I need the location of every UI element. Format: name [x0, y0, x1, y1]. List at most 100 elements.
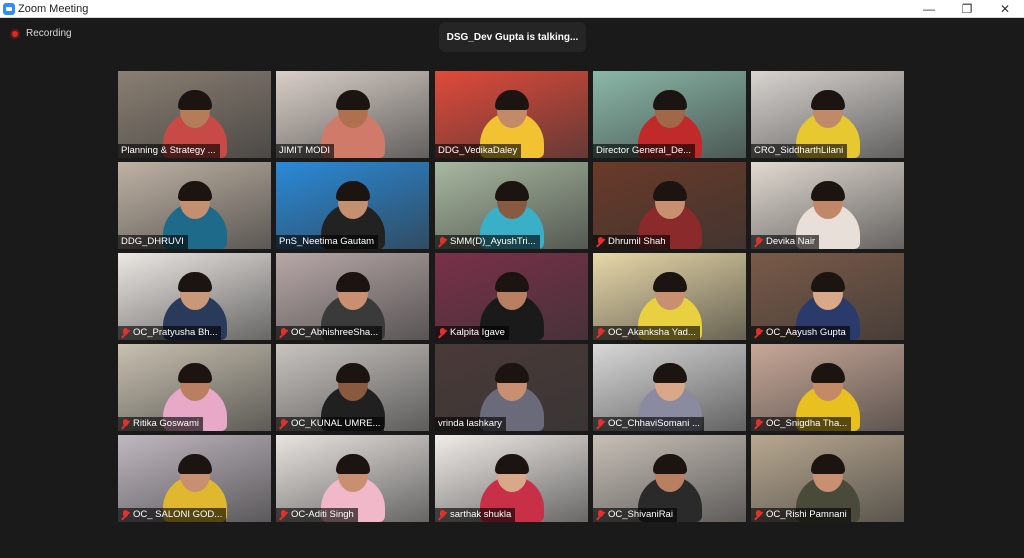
participant-name: OC_ChhaviSomani ... — [608, 418, 700, 429]
muted-mic-icon — [279, 418, 288, 430]
participant-name: Ritika Goswami — [133, 418, 199, 429]
participant-name-tag: OC_ChhaviSomani ... — [593, 417, 704, 431]
muted-mic-icon — [279, 509, 288, 521]
participant-name: OC_Pratyusha Bh... — [133, 327, 218, 338]
participant-name-tag: Ritika Goswami — [118, 417, 203, 431]
participant-name: SMM(D)_AyushTri... — [450, 236, 536, 247]
participant-tile[interactable]: OC_ChhaviSomani ... — [593, 344, 746, 431]
muted-mic-icon — [121, 327, 130, 339]
participant-name-tag: Devika Nair — [751, 235, 820, 249]
participant-name-tag: Kalpita Igave — [435, 326, 509, 340]
muted-mic-icon — [754, 236, 763, 248]
participant-name-tag: OC_AbhishreeSha... — [276, 326, 383, 340]
close-button[interactable]: ✕ — [986, 0, 1024, 18]
participant-tile[interactable]: sarthak shukla — [435, 435, 588, 522]
participant-tile[interactable]: Director General_De... — [593, 71, 746, 158]
muted-mic-icon — [121, 418, 130, 430]
participant-name: OC-Aditi Singh — [291, 509, 354, 520]
participant-tile[interactable]: CRO_SiddharthLilani — [751, 71, 904, 158]
muted-mic-icon — [438, 236, 447, 248]
muted-mic-icon — [754, 418, 763, 430]
participant-tile[interactable]: Kalpita Igave — [435, 253, 588, 340]
participant-name: CRO_SiddharthLilani — [754, 145, 844, 156]
recording-label: Recording — [26, 28, 72, 39]
participant-name-tag: DDG_DHRUVI — [118, 235, 188, 249]
participant-name-tag: DDG_VedikaDaley — [435, 144, 522, 158]
participant-name-tag: OC_Pratyusha Bh... — [118, 326, 222, 340]
recording-indicator[interactable]: Recording — [10, 28, 72, 39]
participant-name-tag: OC_Snigdha Tha... — [751, 417, 852, 431]
participant-name-tag: OC_Rishi Pamnani — [751, 508, 851, 522]
participant-name-tag: Dhrumil Shah — [593, 235, 670, 249]
restore-button[interactable]: ❐ — [948, 0, 986, 18]
muted-mic-icon — [121, 509, 130, 521]
participant-name: OC_Snigdha Tha... — [766, 418, 848, 429]
participant-name-tag: Planning & Strategy ... — [118, 144, 220, 158]
participant-tile[interactable]: OC_Akanksha Yad... — [593, 253, 746, 340]
minimize-button[interactable]: — — [910, 0, 948, 18]
participant-tile[interactable]: Dhrumil Shah — [593, 162, 746, 249]
muted-mic-icon — [596, 236, 605, 248]
participant-name: OC_AbhishreeSha... — [291, 327, 379, 338]
participant-tile[interactable]: OC_Rishi Pamnani — [751, 435, 904, 522]
participant-name: Dhrumil Shah — [608, 236, 666, 247]
participant-name: vrinda lashkary — [438, 418, 502, 429]
participant-name: OC_Akanksha Yad... — [608, 327, 696, 338]
participant-tile[interactable]: OC_ SALONI GOD... — [118, 435, 271, 522]
participant-tile[interactable]: OC-Aditi Singh — [276, 435, 429, 522]
zoom-logo-icon — [3, 2, 15, 15]
window-controls: — ❐ ✕ — [910, 0, 1024, 18]
muted-mic-icon — [279, 327, 288, 339]
participant-name: OC_Rishi Pamnani — [766, 509, 847, 520]
participant-tile[interactable]: OC_KUNAL UMRE... — [276, 344, 429, 431]
participant-name-tag: CRO_SiddharthLilani — [751, 144, 848, 158]
muted-mic-icon — [596, 509, 605, 521]
participant-tile[interactable]: DDG_VedikaDaley — [435, 71, 588, 158]
gallery-grid: Planning & Strategy ... JIMIT MODI DDG_Ved… — [118, 71, 906, 523]
participant-tile[interactable]: JIMIT MODI — [276, 71, 429, 158]
participant-name-tag: OC_KUNAL UMRE... — [276, 417, 385, 431]
participant-tile[interactable]: SMM(D)_AyushTri... — [435, 162, 588, 249]
participant-name-tag: PnS_Neetima Gautam — [276, 235, 379, 249]
participant-name: OC_KUNAL UMRE... — [291, 418, 381, 429]
participant-name: Director General_De... — [596, 145, 692, 156]
muted-mic-icon — [596, 418, 605, 430]
participant-name: Kalpita Igave — [450, 327, 505, 338]
participant-tile[interactable]: Ritika Goswami — [118, 344, 271, 431]
participant-name: OC_ShivaniRai — [608, 509, 673, 520]
participant-name-tag: OC_ShivaniRai — [593, 508, 677, 522]
participant-name: Planning & Strategy ... — [121, 145, 216, 156]
participant-tile[interactable]: OC_AbhishreeSha... — [276, 253, 429, 340]
active-speaker-banner: DSG_Dev Gupta is talking... — [439, 22, 586, 52]
muted-mic-icon — [754, 509, 763, 521]
muted-mic-icon — [438, 509, 447, 521]
participant-tile[interactable]: OC_ShivaniRai — [593, 435, 746, 522]
participant-name: PnS_Neetima Gautam — [279, 236, 375, 247]
participant-tile[interactable]: PnS_Neetima Gautam — [276, 162, 429, 249]
muted-mic-icon — [438, 327, 447, 339]
participant-tile[interactable]: OC_Pratyusha Bh... — [118, 253, 271, 340]
participant-name-tag: SMM(D)_AyushTri... — [435, 235, 540, 249]
window-title: Zoom Meeting — [18, 2, 89, 15]
window-titlebar: Zoom Meeting — ❐ ✕ — [0, 0, 1024, 18]
participant-name-tag: OC_ SALONI GOD... — [118, 508, 227, 522]
participant-name: Devika Nair — [766, 236, 816, 247]
participant-name-tag: OC-Aditi Singh — [276, 508, 358, 522]
participant-tile[interactable]: vrinda lashkary — [435, 344, 588, 431]
participant-name: JIMIT MODI — [279, 145, 331, 156]
participant-name: OC_ SALONI GOD... — [133, 509, 223, 520]
participant-name-tag: vrinda lashkary — [435, 417, 506, 431]
active-speaker-text: DSG_Dev Gupta is talking... — [446, 31, 579, 43]
muted-mic-icon — [596, 327, 605, 339]
participant-name: DDG_DHRUVI — [121, 236, 184, 247]
participant-tile[interactable]: OC_Aayush Gupta — [751, 253, 904, 340]
participant-name: DDG_VedikaDaley — [438, 145, 518, 156]
participant-tile[interactable]: Devika Nair — [751, 162, 904, 249]
muted-mic-icon — [754, 327, 763, 339]
participant-name-tag: sarthak shukla — [435, 508, 516, 522]
participant-name: OC_Aayush Gupta — [766, 327, 846, 338]
participant-tile[interactable]: OC_Snigdha Tha... — [751, 344, 904, 431]
participant-tile[interactable]: Planning & Strategy ... — [118, 71, 271, 158]
participant-tile[interactable]: DDG_DHRUVI — [118, 162, 271, 249]
participant-name-tag: Director General_De... — [593, 144, 696, 158]
